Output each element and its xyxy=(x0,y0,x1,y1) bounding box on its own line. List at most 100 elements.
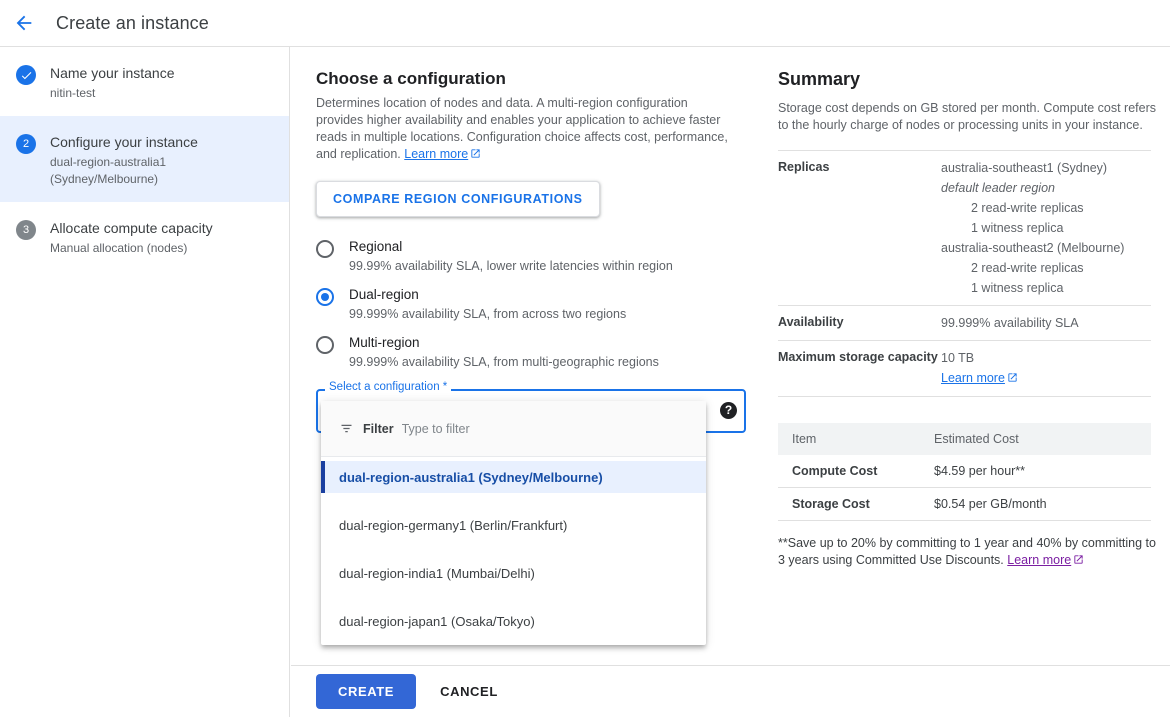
dropdown-option-dual-region-germany1[interactable]: dual-region-germany1 (Berlin/Frankfurt) xyxy=(321,509,706,541)
cost-header-estimated-cost: Estimated Cost xyxy=(920,423,1151,455)
step-title: Name your instance xyxy=(50,65,175,81)
learn-more-link[interactable]: Learn more xyxy=(1007,553,1071,567)
cost-item-compute: Compute Cost xyxy=(778,455,920,488)
table-row: Availability 99.999% availability SLA xyxy=(778,305,1151,341)
step-text: Allocate compute capacity Manual allocat… xyxy=(50,218,213,257)
configuration-select-wrapper: Select a configuration * ? Filter dual- xyxy=(316,381,746,645)
radio-option-dual-region[interactable]: Dual-region 99.999% availability SLA, fr… xyxy=(316,286,730,323)
table-row: Replicas australia-southeast1 (Sydney) d… xyxy=(778,150,1151,306)
radio-label: Multi-region xyxy=(349,335,420,350)
configuration-heading: Choose a configuration xyxy=(316,69,506,88)
page-header: Create an instance xyxy=(0,0,1170,47)
dropdown-option-dual-region-japan1[interactable]: dual-region-japan1 (Osaka/Tokyo) xyxy=(321,605,706,637)
summary-title: Summary xyxy=(778,69,861,89)
create-button[interactable]: CREATE xyxy=(316,674,417,709)
filter-icon xyxy=(339,421,354,436)
replica-line: 2 read-write replicas xyxy=(971,261,1084,275)
step-title: Configure your instance xyxy=(50,134,198,150)
radio-description: 99.999% availability SLA, from multi-geo… xyxy=(349,355,659,369)
replica-line: 1 witness replica xyxy=(971,221,1064,235)
sidebar-step-allocate-compute-capacity[interactable]: 3 Allocate compute capacity Manual alloc… xyxy=(0,202,289,271)
dropdown-option-dual-region-australia1[interactable]: dual-region-australia1 (Sydney/Melbourne… xyxy=(321,461,706,493)
storage-learn-more-wrap: Learn more xyxy=(941,368,1151,389)
step-text: Name your instance nitin-test xyxy=(50,63,175,102)
external-link-icon xyxy=(470,147,481,164)
description-text: Determines location of nodes and data. A… xyxy=(316,96,728,161)
radio-label: Dual-region xyxy=(349,287,419,302)
sidebar-step-name-your-instance[interactable]: Name your instance nitin-test xyxy=(0,47,289,116)
summary-panel: Summary Storage cost depends on GB store… xyxy=(756,47,1170,665)
cost-value-storage: $0.54 per GB/month xyxy=(920,487,1151,521)
dropdown-spacer xyxy=(321,541,706,557)
summary-key-maximum-storage-capacity: Maximum storage capacity xyxy=(778,340,941,397)
step-title: Allocate compute capacity xyxy=(50,220,213,236)
summary-value-maximum-storage-capacity: 10 TB Learn more xyxy=(941,340,1151,397)
table-row: Compute Cost $4.59 per hour** xyxy=(778,455,1151,488)
check-icon xyxy=(16,65,36,85)
compare-region-configurations-button[interactable]: COMPARE REGION CONFIGURATIONS xyxy=(316,181,600,217)
radio-circle-icon[interactable] xyxy=(316,336,334,354)
page-title: Create an instance xyxy=(56,12,209,33)
dropdown-filter-row: Filter xyxy=(321,401,706,457)
step-subtitle: dual-region-australia1 (Sydney/Melbourne… xyxy=(50,155,167,186)
replica-line: default leader region xyxy=(941,181,1055,195)
table-header-row: Item Estimated Cost xyxy=(778,423,1151,455)
storage-capacity-value: 10 TB xyxy=(941,351,975,365)
configuration-radio-group: Regional 99.99% availability SLA, lower … xyxy=(316,238,730,371)
configuration-dropdown-menu: Filter dual-region-australia1 (Sydney/Me… xyxy=(321,401,706,645)
cost-item-storage: Storage Cost xyxy=(778,487,920,521)
form-action-bar: CREATE CANCEL xyxy=(291,665,1170,717)
page-body: Name your instance nitin-test 2 Configur… xyxy=(0,47,1170,717)
learn-more-link[interactable]: Learn more xyxy=(404,147,468,161)
summary-description: Storage cost depends on GB stored per mo… xyxy=(778,101,1156,132)
cost-footnote: **Save up to 20% by committing to 1 year… xyxy=(778,535,1158,570)
summary-key-availability: Availability xyxy=(778,305,941,341)
table-row: Storage Cost $0.54 per GB/month xyxy=(778,487,1151,521)
configuration-description: Determines location of nodes and data. A… xyxy=(316,95,730,164)
configuration-select-label: Select a configuration * xyxy=(325,381,452,394)
availability-value: 99.999% availability SLA xyxy=(941,316,1079,330)
learn-more-link[interactable]: Learn more xyxy=(941,371,1005,385)
arrow-back-icon[interactable] xyxy=(12,11,36,35)
radio-circle-icon[interactable] xyxy=(316,240,334,258)
external-link-icon xyxy=(1073,553,1084,570)
radio-circle-selected-icon[interactable] xyxy=(316,288,334,306)
steps-sidebar: Name your instance nitin-test 2 Configur… xyxy=(0,47,290,717)
step-subtitle: Manual allocation (nodes) xyxy=(50,241,188,255)
cancel-button[interactable]: CANCEL xyxy=(426,674,512,709)
dropdown-option-dual-region-india1[interactable]: dual-region-india1 (Mumbai/Delhi) xyxy=(321,557,706,589)
radio-option-multi-region[interactable]: Multi-region 99.999% availability SLA, f… xyxy=(316,334,730,371)
replica-line: australia-southeast1 (Sydney) xyxy=(941,161,1108,175)
radio-description: 99.999% availability SLA, from across tw… xyxy=(349,307,627,321)
step-number-badge: 2 xyxy=(16,134,36,154)
dropdown-option-list: dual-region-australia1 (Sydney/Melbourne… xyxy=(321,457,706,645)
summary-value-replicas: australia-southeast1 (Sydney) default le… xyxy=(941,150,1151,306)
dropdown-spacer xyxy=(321,493,706,509)
configuration-panel: Choose a configuration Determines locati… xyxy=(291,47,755,665)
replica-line: australia-southeast2 (Melbourne) xyxy=(941,241,1125,255)
external-link-icon xyxy=(1007,369,1018,389)
summary-value-availability: 99.999% availability SLA xyxy=(941,305,1151,341)
cost-header-item: Item xyxy=(778,423,920,455)
replica-line: 1 witness replica xyxy=(971,281,1064,295)
dropdown-spacer xyxy=(321,589,706,605)
radio-texts: Regional 99.99% availability SLA, lower … xyxy=(349,238,673,275)
radio-description: 99.99% availability SLA, lower write lat… xyxy=(349,259,673,273)
radio-texts: Dual-region 99.999% availability SLA, fr… xyxy=(349,286,626,323)
radio-texts: Multi-region 99.999% availability SLA, f… xyxy=(349,334,659,371)
step-text: Configure your instance dual-region-aust… xyxy=(50,132,273,188)
sidebar-step-configure-your-instance[interactable]: 2 Configure your instance dual-region-au… xyxy=(0,116,289,202)
replica-line: 2 read-write replicas xyxy=(971,201,1084,215)
filter-label: Filter xyxy=(363,421,394,436)
radio-label: Regional xyxy=(349,239,403,254)
summary-key-replicas: Replicas xyxy=(778,150,941,306)
create-instance-page: Create an instance Name your instance ni… xyxy=(0,0,1170,717)
summary-details-table: Replicas australia-southeast1 (Sydney) d… xyxy=(778,150,1151,397)
cost-value-compute: $4.59 per hour** xyxy=(920,455,1151,488)
dropdown-filter-input[interactable] xyxy=(401,421,688,436)
radio-option-regional[interactable]: Regional 99.99% availability SLA, lower … xyxy=(316,238,730,275)
footnote-text: **Save up to 20% by committing to 1 year… xyxy=(778,536,1156,567)
help-icon[interactable]: ? xyxy=(720,402,737,419)
estimated-cost-table: Item Estimated Cost Compute Cost $4.59 p… xyxy=(778,423,1151,521)
step-subtitle: nitin-test xyxy=(50,86,96,100)
